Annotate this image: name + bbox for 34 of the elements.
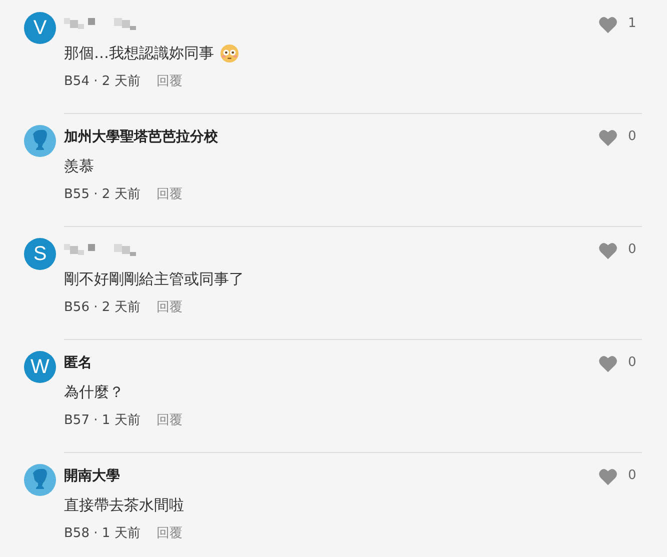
floor-and-time: B54 · 2 天前 xyxy=(64,73,140,90)
heart-icon[interactable] xyxy=(598,468,618,486)
heart-icon[interactable] xyxy=(598,129,618,147)
heart-icon[interactable] xyxy=(598,16,618,34)
like-count: 0 xyxy=(628,129,636,144)
reply-link[interactable]: 回覆 xyxy=(156,185,182,203)
author-name[interactable]: 加州大學聖塔芭芭拉分校 xyxy=(64,128,218,146)
reply-link[interactable]: 回覆 xyxy=(156,298,182,316)
comment-text: 那個…我想認識妳同事 xyxy=(64,44,214,62)
flushed-face-icon xyxy=(220,44,239,62)
floor-and-time: B55 · 2 天前 xyxy=(64,186,140,203)
like-count: 0 xyxy=(628,355,636,370)
author-name[interactable]: 開南大學 xyxy=(64,467,120,485)
floor-and-time: B57 · 1 天前 xyxy=(64,412,140,429)
avatar[interactable]: S xyxy=(24,238,56,270)
comment-text: 羨慕 xyxy=(64,156,94,176)
comment-text: 為什麼？ xyxy=(64,382,124,402)
avatar[interactable]: W xyxy=(24,351,56,383)
comment-text: 剛不好剛剛給主管或同事了 xyxy=(64,270,244,288)
heart-icon[interactable] xyxy=(598,355,618,373)
like-count: 0 xyxy=(628,468,636,483)
heart-icon[interactable] xyxy=(598,242,618,260)
comment-text: 直接帶去茶水間啦 xyxy=(64,496,184,514)
floor-and-time: B56 · 2 天前 xyxy=(64,299,140,316)
avatar-icon[interactable] xyxy=(24,125,56,157)
author-name[interactable]: 匿名 xyxy=(64,354,92,372)
reply-link[interactable]: 回覆 xyxy=(156,524,182,542)
like-count: 0 xyxy=(628,242,636,257)
reply-link[interactable]: 回覆 xyxy=(156,411,182,429)
reply-link[interactable]: 回覆 xyxy=(156,72,182,90)
avatar[interactable]: V xyxy=(24,12,56,44)
floor-and-time: B58 · 1 天前 xyxy=(64,525,140,542)
like-count: 1 xyxy=(628,16,636,31)
avatar-icon[interactable] xyxy=(24,464,56,496)
